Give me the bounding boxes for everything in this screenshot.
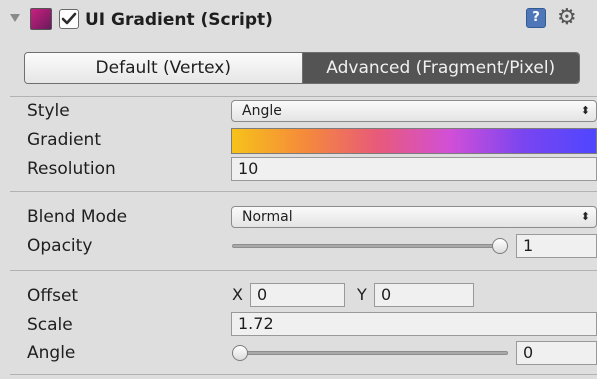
mode-toggle: Default (Vertex) Advanced (Fragment/Pixe… [24, 52, 580, 84]
style-value: Angle [242, 103, 282, 119]
offset-x-input[interactable]: 0 [250, 283, 345, 307]
angle-label: Angle [27, 343, 76, 363]
dropdown-arrows-icon: ⬍ [580, 210, 590, 223]
component-title: UI Gradient (Script) [85, 10, 273, 30]
foldout-arrow-icon[interactable] [10, 14, 20, 22]
blend-mode-dropdown[interactable]: Normal ⬍ [231, 206, 597, 228]
enable-checkbox[interactable] [59, 9, 79, 29]
opacity-input[interactable]: 1 [516, 234, 597, 258]
opacity-slider-thumb[interactable] [492, 238, 508, 254]
resolution-label: Resolution [27, 159, 116, 179]
style-label: Style [27, 101, 70, 121]
angle-input[interactable]: 0 [516, 341, 597, 365]
divider [10, 191, 597, 192]
offset-y-input[interactable]: 0 [374, 283, 474, 307]
offset-label: Offset [27, 286, 79, 306]
angle-slider-thumb[interactable] [232, 345, 248, 361]
scale-input[interactable]: 1.72 [231, 312, 597, 336]
dropdown-arrows-icon: ⬍ [580, 104, 590, 117]
component-color-icon [30, 8, 52, 30]
blend-mode-label: Blend Mode [27, 207, 128, 227]
divider [10, 96, 597, 97]
style-dropdown[interactable]: Angle ⬍ [231, 100, 597, 122]
mode-advanced-button[interactable]: Advanced (Fragment/Pixel) [302, 53, 579, 83]
angle-slider-track[interactable] [232, 351, 508, 355]
opacity-slider-track[interactable] [232, 244, 508, 248]
gradient-label: Gradient [27, 130, 101, 150]
divider [10, 374, 597, 375]
checkmark-icon [61, 12, 77, 25]
help-book-icon[interactable]: ? [526, 8, 546, 28]
component-header: UI Gradient (Script) ? ⚙ [0, 0, 597, 40]
offset-y-label: Y [357, 285, 367, 304]
offset-x-label: X [232, 285, 243, 304]
gradient-field[interactable] [231, 128, 597, 154]
opacity-label: Opacity [27, 236, 93, 256]
blend-mode-value: Normal [242, 209, 293, 225]
gear-icon[interactable]: ⚙ [557, 4, 577, 32]
scale-label: Scale [27, 315, 73, 335]
resolution-input[interactable]: 10 [231, 157, 597, 181]
divider [10, 270, 597, 271]
mode-default-button[interactable]: Default (Vertex) [25, 53, 303, 83]
